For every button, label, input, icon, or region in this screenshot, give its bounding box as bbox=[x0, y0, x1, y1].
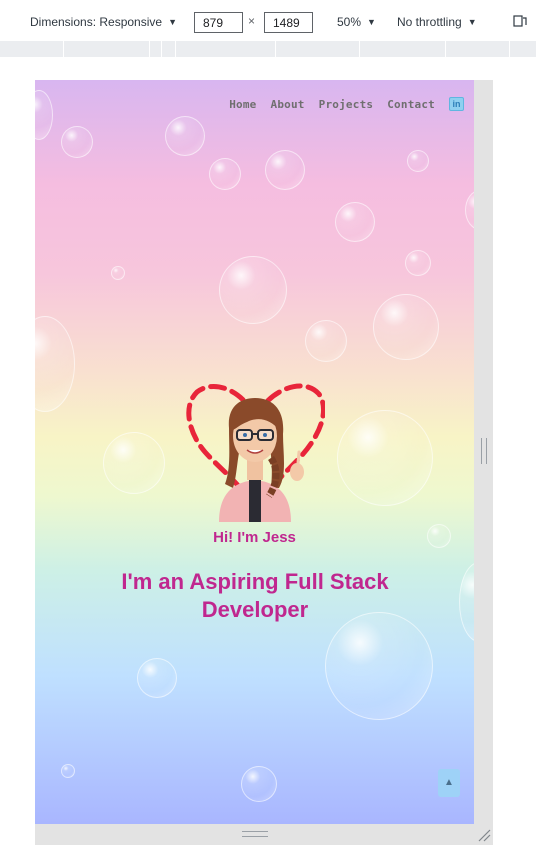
scroll-to-top-button[interactable]: ▲ bbox=[438, 769, 460, 797]
bubble bbox=[405, 250, 431, 276]
nav-link-projects[interactable]: Projects bbox=[319, 98, 374, 111]
zoom-dropdown[interactable]: 50% ▼ bbox=[337, 15, 376, 29]
bubble bbox=[407, 150, 429, 172]
bubble bbox=[61, 126, 93, 158]
bubble bbox=[335, 202, 375, 242]
corner-resize-icon[interactable] bbox=[477, 828, 491, 842]
device-frame: Home About Projects Contact in Hi! I'm J… bbox=[35, 80, 493, 845]
media-query-ruler[interactable] bbox=[0, 41, 537, 57]
bubble bbox=[111, 266, 125, 280]
bubble bbox=[35, 90, 53, 140]
chevron-down-icon: ▼ bbox=[467, 17, 477, 27]
dimensions-dropdown[interactable]: Dimensions: Responsive ▼ bbox=[30, 15, 177, 29]
nav-link-contact[interactable]: Contact bbox=[387, 98, 435, 111]
rotate-device-icon[interactable] bbox=[513, 14, 527, 28]
bubble bbox=[465, 190, 474, 230]
nav-link-about[interactable]: About bbox=[271, 98, 305, 111]
throttling-dropdown[interactable]: No throttling ▼ bbox=[397, 15, 477, 29]
vertical-resize-handle[interactable] bbox=[481, 438, 487, 464]
page-viewport: Home About Projects Contact in Hi! I'm J… bbox=[35, 80, 474, 824]
top-nav: Home About Projects Contact in bbox=[229, 97, 464, 111]
throttling-label: No throttling bbox=[397, 15, 462, 29]
height-input[interactable]: 1489 bbox=[264, 12, 313, 33]
bubble bbox=[373, 294, 439, 360]
bubble bbox=[165, 116, 205, 156]
bubble bbox=[337, 410, 433, 506]
nav-link-home[interactable]: Home bbox=[229, 98, 256, 111]
arrow-up-icon: ▲ bbox=[444, 777, 454, 788]
horizontal-resize-handle[interactable] bbox=[242, 831, 268, 837]
bubble bbox=[209, 158, 241, 190]
hero-headline: I'm an Aspiring Full Stack Developer bbox=[121, 569, 389, 622]
bubble bbox=[325, 612, 433, 720]
dimensions-label: Dimensions: Responsive bbox=[30, 15, 163, 29]
avatar bbox=[186, 383, 325, 522]
chevron-down-icon: ▼ bbox=[367, 17, 376, 27]
bubble bbox=[241, 766, 277, 802]
bubble bbox=[305, 320, 347, 362]
bubble bbox=[103, 432, 165, 494]
bubble bbox=[459, 562, 474, 642]
greeting-text: Hi! I'm Jess bbox=[213, 529, 296, 546]
chevron-down-icon: ▼ bbox=[168, 17, 177, 27]
bubble bbox=[61, 764, 75, 778]
times-sign: × bbox=[248, 14, 256, 28]
devtools-device-toolbar: Dimensions: Responsive ▼ 879 × 1489 50% ▼ … bbox=[0, 0, 537, 44]
bubble bbox=[35, 316, 75, 412]
zoom-label: 50% bbox=[337, 15, 362, 29]
bubble bbox=[219, 256, 287, 324]
width-input[interactable]: 879 bbox=[194, 12, 243, 33]
bubble bbox=[265, 150, 305, 190]
linkedin-icon[interactable]: in bbox=[449, 97, 464, 111]
bubble bbox=[137, 658, 177, 698]
